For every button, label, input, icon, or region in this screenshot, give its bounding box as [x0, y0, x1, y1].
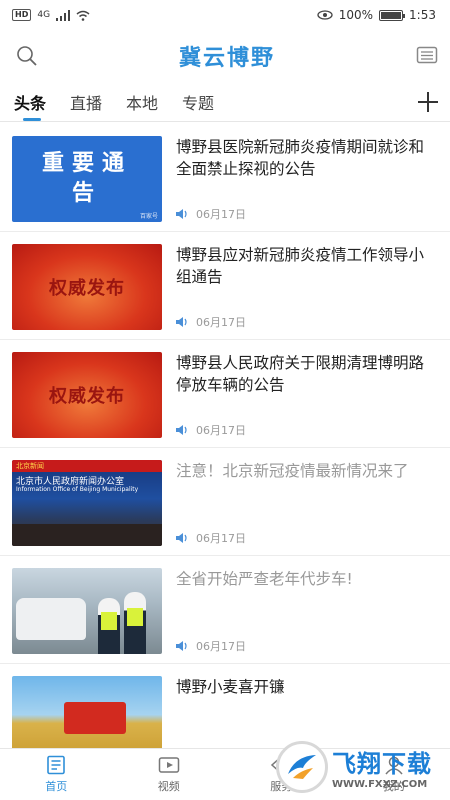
officer-vest	[101, 612, 117, 630]
news-list[interactable]: 重要通告 百家号 博野县医院新冠肺炎疫情期间就诊和全面禁止探视的公告 06月17…	[0, 124, 450, 748]
app-title: 冀云博野	[178, 46, 275, 71]
news-meta: 06月17日	[176, 422, 246, 438]
video-icon	[158, 757, 179, 773]
thumbnail-caption-en: Information Office of Beijing Municipali…	[16, 486, 139, 493]
watermark-logo-icon	[276, 741, 328, 793]
news-body: 博野县医院新冠肺炎疫情期间就诊和全面禁止探视的公告 06月17日	[162, 136, 438, 231]
news-title: 全省开始严查老年代步车!	[176, 570, 353, 588]
status-bar: HD 4G 100% 1:53	[0, 0, 450, 30]
speaker-icon[interactable]	[176, 317, 188, 327]
tab-headlines[interactable]: 头条	[14, 82, 46, 122]
news-body: 博野县应对新冠肺炎疫情工作领导小组通告 06月17日	[162, 244, 438, 339]
hd-badge: HD	[12, 9, 32, 21]
add-channel-icon[interactable]	[414, 88, 442, 116]
news-body: 注意！北京新冠疫情最新情况来了 06月17日	[162, 460, 438, 555]
news-date: 06月17日	[196, 316, 246, 329]
news-title: 注意！北京新冠疫情最新情况来了	[176, 462, 409, 480]
list-item[interactable]: 权威发布 博野县人民政府关于限期清理博明路停放车辆的公告 06月17日	[0, 340, 450, 448]
news-meta: 06月17日	[176, 206, 246, 222]
watermark-title: 飞翔下载	[332, 750, 432, 778]
list-item[interactable]: 博野小麦喜开镰	[0, 664, 450, 748]
news-meta: 06月17日	[176, 638, 246, 654]
watermark-url: WWW.FXXZ.COM	[332, 779, 428, 790]
signal-icon	[56, 9, 71, 21]
thumbnail-banner: 北京新闻	[12, 460, 162, 472]
list-item[interactable]: 全省开始严查老年代步车! 06月17日	[0, 556, 450, 664]
app-header: 冀云博野	[0, 30, 450, 82]
news-title: 博野县人民政府关于限期清理博明路停放车辆的公告	[176, 354, 425, 394]
tab-topics[interactable]: 专题	[182, 82, 214, 122]
news-icon	[47, 755, 66, 775]
status-right: 100% 1:53	[317, 8, 436, 22]
nav-label: 首页	[45, 780, 68, 793]
clock: 1:53	[409, 8, 436, 22]
eye-icon	[317, 10, 333, 20]
thumbnail-text: 权威发布	[49, 278, 125, 299]
speaker-icon[interactable]	[176, 425, 188, 435]
news-title: 博野小麦喜开镰	[176, 678, 285, 696]
news-body: 全省开始严查老年代步车! 06月17日	[162, 568, 438, 663]
list-item[interactable]: 北京新闻 北京市人民政府新闻办公室 Information Office of …	[0, 448, 450, 556]
news-title: 博野县医院新冠肺炎疫情期间就诊和全面禁止探视的公告	[176, 138, 425, 178]
speaker-icon[interactable]	[176, 641, 188, 651]
news-thumbnail	[12, 676, 162, 748]
news-title: 博野县应对新冠肺炎疫情工作领导小组通告	[176, 246, 425, 286]
news-thumbnail: 北京新闻 北京市人民政府新闻办公室 Information Office of …	[12, 460, 162, 546]
search-button[interactable]	[14, 43, 40, 69]
news-thumbnail: 权威发布	[12, 352, 162, 438]
meeting-table	[12, 524, 162, 546]
nav-home[interactable]: 首页	[0, 749, 113, 800]
thumbnail-text: 权威发布	[49, 386, 125, 407]
news-body: 博野县人民政府关于限期清理博明路停放车辆的公告 06月17日	[162, 352, 438, 447]
news-thumbnail	[12, 568, 162, 654]
list-item[interactable]: 重要通告 百家号 博野县医院新冠肺炎疫情期间就诊和全面禁止探视的公告 06月17…	[0, 124, 450, 232]
speaker-icon[interactable]	[176, 533, 188, 543]
news-date: 06月17日	[196, 424, 246, 437]
news-meta: 06月17日	[176, 530, 246, 546]
speaker-icon[interactable]	[176, 209, 188, 219]
harvester	[64, 702, 126, 734]
nav-video[interactable]: 视频	[113, 749, 226, 800]
tab-live[interactable]: 直播	[70, 82, 102, 122]
watermark-text: 飞翔下载 WWW.FXXZ.COM	[332, 744, 432, 790]
news-thumbnail: 权威发布	[12, 244, 162, 330]
search-icon	[17, 46, 37, 66]
news-date: 06月17日	[196, 640, 246, 653]
channel-tabs: 头条 直播 本地 专题	[0, 82, 450, 122]
status-left: HD 4G	[12, 9, 90, 21]
network-type: 4G	[37, 10, 51, 20]
mobility-car	[16, 598, 86, 640]
news-date: 06月17日	[196, 532, 246, 545]
news-thumbnail: 重要通告 百家号	[12, 136, 162, 222]
battery-fill	[381, 11, 402, 19]
message-icon	[416, 46, 438, 64]
news-date: 06月17日	[196, 208, 246, 221]
watermark: 飞翔下载 WWW.FXXZ.COM	[276, 738, 446, 796]
battery-icon	[379, 9, 406, 21]
thumbnail-source: 百家号	[139, 213, 158, 220]
nav-label: 视频	[157, 780, 180, 793]
officer-vest	[127, 608, 143, 626]
message-button[interactable]	[414, 43, 440, 69]
tab-local[interactable]: 本地	[126, 82, 158, 122]
wifi-icon	[76, 10, 90, 21]
list-item[interactable]: 权威发布 博野县应对新冠肺炎疫情工作领导小组通告 06月17日	[0, 232, 450, 340]
thumbnail-text: 重要通告	[41, 151, 132, 206]
news-meta: 06月17日	[176, 314, 246, 330]
wing-icon	[288, 755, 316, 779]
battery-percent: 100%	[338, 8, 374, 22]
